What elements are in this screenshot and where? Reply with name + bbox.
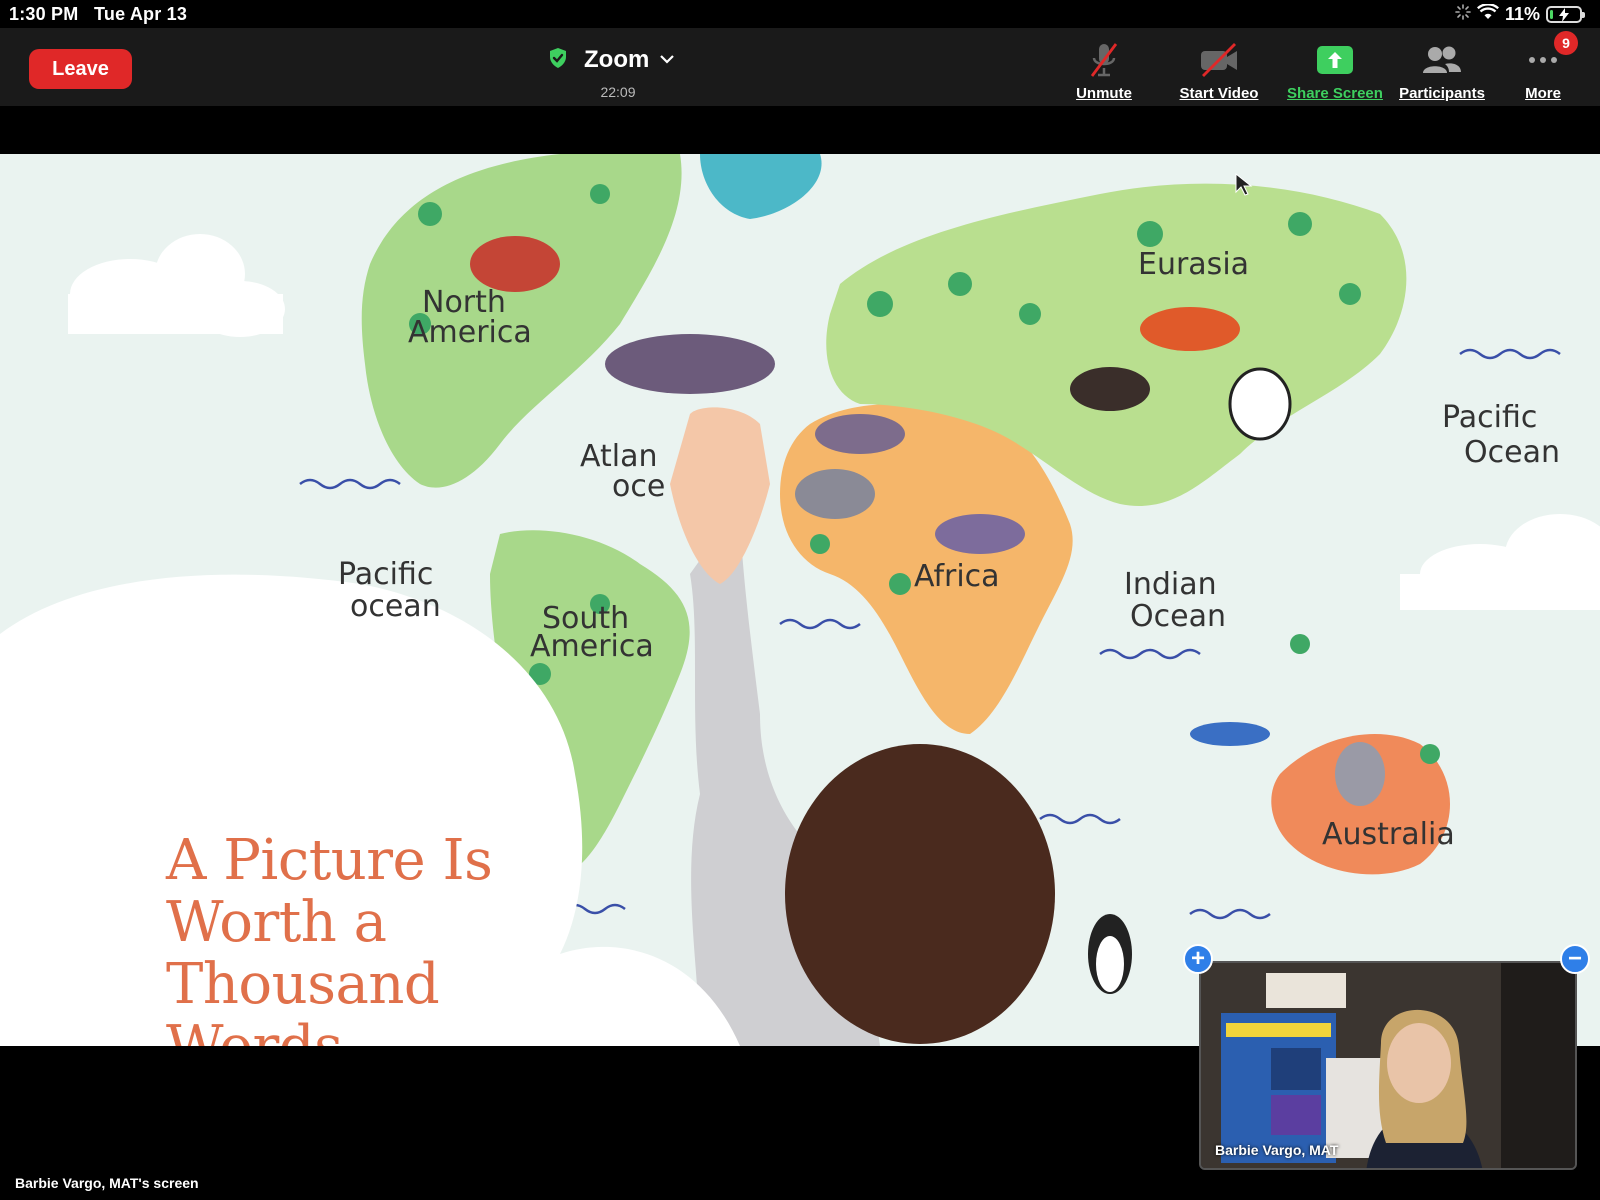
- map-label-atlantic-2: oce: [612, 469, 665, 504]
- map-label-indian-1: Indian: [1124, 567, 1217, 602]
- battery-percent: 11%: [1504, 3, 1540, 24]
- map-label-south-america-2: America: [530, 629, 654, 664]
- status-date: Tue Apr 13: [94, 4, 188, 24]
- self-view-name: Barbie Vargo, MAT: [1215, 1142, 1339, 1158]
- meeting-timer: 22:09: [600, 84, 636, 100]
- status-time: 1:30 PM Tue Apr 13: [9, 4, 187, 25]
- plus-icon: +: [1190, 945, 1205, 972]
- battery-icon: [1546, 5, 1585, 23]
- status-indicators: 11%: [1455, 2, 1585, 25]
- slide-title-line: A Picture Is: [166, 828, 493, 893]
- leave-button[interactable]: Leave: [29, 49, 132, 89]
- map-label-australia: Australia: [1322, 817, 1455, 852]
- map-label-north-america-2: America: [408, 315, 532, 350]
- meeting-info-button[interactable]: Zoom: [548, 46, 675, 74]
- chevron-down-icon: [659, 51, 675, 69]
- slide-title-line: Worth a: [166, 890, 387, 955]
- slide-title-line: Words: [166, 1014, 343, 1047]
- charging-icon: [1559, 7, 1569, 22]
- status-bar: 1:30 PM Tue Apr 13 11%: [0, 0, 1600, 28]
- shared-screen-caption: Barbie Vargo, MAT's screen: [15, 1175, 199, 1191]
- loading-icon: [1455, 3, 1471, 25]
- shield-check-icon: [548, 47, 568, 74]
- meeting-title: Zoom: [584, 46, 650, 73]
- map-label-pacific-right-2: Ocean: [1464, 435, 1560, 470]
- participants-icon: [1420, 40, 1464, 80]
- participant-video-feed: [1201, 963, 1575, 1168]
- minimize-video-button[interactable]: −: [1560, 944, 1590, 974]
- participants-button[interactable]: Participants: [1387, 40, 1497, 102]
- more-button[interactable]: More 9: [1488, 31, 1598, 102]
- wifi-icon: [1476, 2, 1499, 25]
- map-label-indian-2: Ocean: [1130, 599, 1226, 634]
- map-label-africa: Africa: [914, 559, 1000, 594]
- map-label-pacific-left-1: Pacific: [338, 557, 433, 592]
- unmute-label: Unmute: [1076, 85, 1132, 102]
- shared-screen: North America Atlan oce Eurasia Pacific …: [0, 154, 1600, 1046]
- status-clock: 1:30 PM: [9, 4, 79, 24]
- expand-video-button[interactable]: +: [1183, 944, 1213, 974]
- slide-title: A Picture Is Worth a Thousand Words: [166, 828, 586, 1047]
- notification-badge: 9: [1554, 31, 1578, 55]
- more-label: More: [1525, 85, 1561, 102]
- unmute-button[interactable]: Unmute: [1049, 40, 1159, 102]
- start-video-button[interactable]: Start Video: [1164, 40, 1274, 102]
- participants-label: Participants: [1399, 85, 1485, 102]
- share-screen-label: Share Screen: [1287, 85, 1383, 102]
- map-label-pacific-right-1: Pacific: [1442, 400, 1537, 435]
- map-label-eurasia: Eurasia: [1138, 247, 1249, 282]
- map-label-pacific-left-2: ocean: [350, 589, 441, 624]
- share-screen-icon: [1315, 40, 1355, 80]
- share-screen-button[interactable]: Share Screen: [1280, 40, 1390, 102]
- meeting-toolbar: Leave Zoom 22:09 Unmute Start Video Shar…: [0, 28, 1600, 106]
- video-off-icon: [1197, 40, 1241, 80]
- slide-title-line: Thousand: [166, 952, 440, 1017]
- start-video-label: Start Video: [1179, 85, 1259, 102]
- minus-icon: −: [1567, 945, 1582, 972]
- self-video-thumbnail[interactable]: Barbie Vargo, MAT: [1199, 961, 1577, 1170]
- muted-microphone-icon: [1084, 40, 1124, 80]
- battery-fill: [1550, 9, 1553, 19]
